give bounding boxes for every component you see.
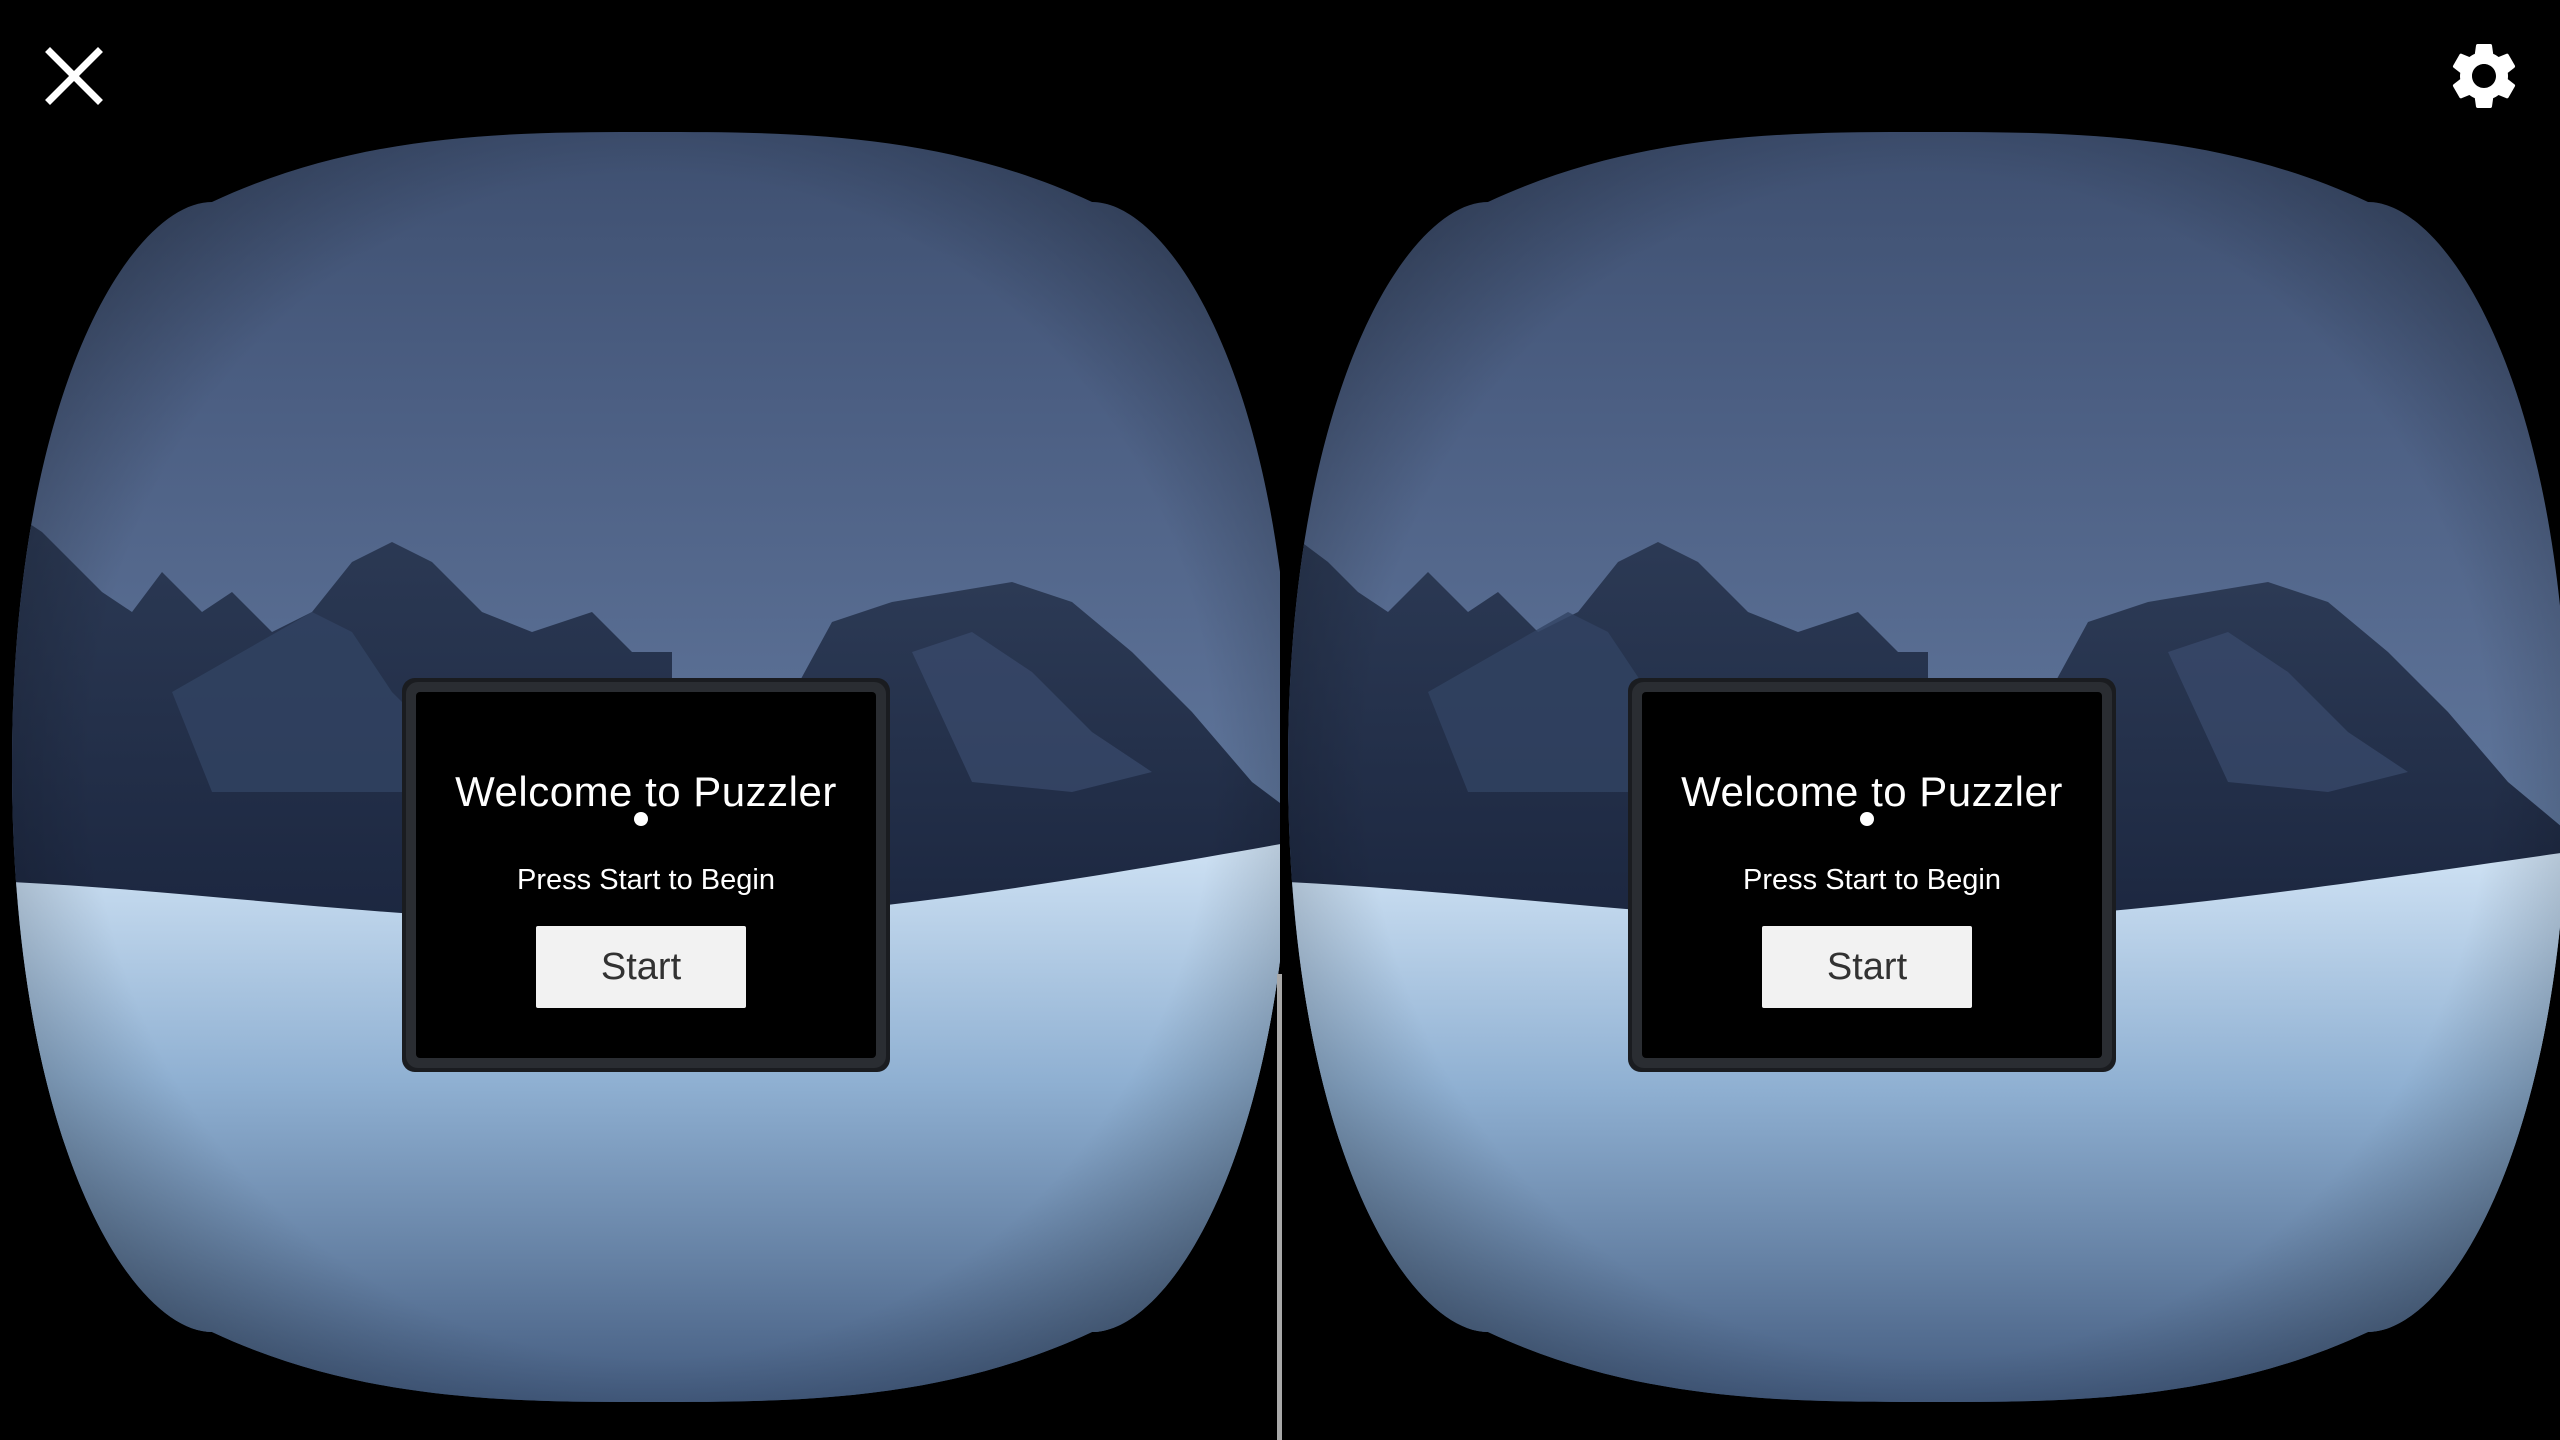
start-button[interactable]: Start	[1762, 926, 1972, 1008]
start-button[interactable]: Start	[536, 926, 746, 1008]
welcome-title: Welcome to Puzzler	[455, 768, 837, 815]
gaze-reticle	[634, 812, 648, 826]
welcome-title: Welcome to Puzzler	[1681, 768, 2063, 815]
welcome-panel: Welcome to Puzzler Press Start to Begin …	[1642, 692, 2102, 1058]
welcome-panel: Welcome to Puzzler Press Start to Begin …	[416, 692, 876, 1058]
right-eye-viewport: Welcome to Puzzler Press Start to Begin …	[1280, 0, 2560, 1440]
left-eye-viewport: Welcome to Puzzler Press Start to Begin …	[0, 0, 1280, 1440]
gear-icon[interactable]	[2444, 36, 2524, 116]
welcome-subtitle: Press Start to Begin	[1743, 864, 2001, 896]
gaze-reticle	[1860, 812, 1874, 826]
eye-divider	[1277, 974, 1282, 1440]
vr-stereo-view: Welcome to Puzzler Press Start to Begin …	[0, 0, 2560, 1440]
close-icon[interactable]	[36, 38, 112, 114]
welcome-subtitle: Press Start to Begin	[517, 864, 775, 896]
